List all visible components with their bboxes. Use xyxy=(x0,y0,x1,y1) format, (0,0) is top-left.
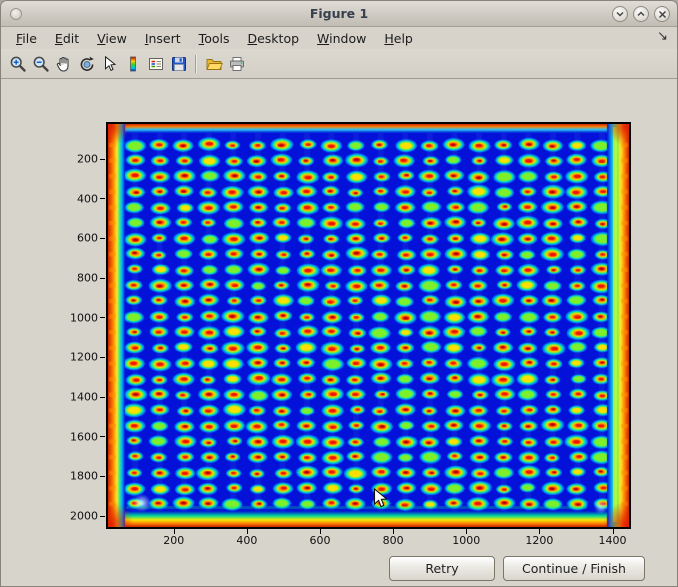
chevron-down-icon xyxy=(615,10,625,18)
menu-view[interactable]: View xyxy=(88,29,136,48)
x-tick-label: 1200 xyxy=(525,534,553,547)
y-tick-mark xyxy=(100,476,105,477)
data-cursor-icon xyxy=(101,55,119,73)
x-tick-label: 1400 xyxy=(599,534,627,547)
zoom-out-icon xyxy=(32,55,50,73)
menu-tools[interactable]: Tools xyxy=(190,29,239,48)
x-tick-label: 800 xyxy=(383,534,404,547)
y-tick-label: 1000 xyxy=(70,311,98,324)
y-tick-mark xyxy=(100,317,105,318)
save-figure-button[interactable] xyxy=(167,52,190,75)
insert-colorbar-button[interactable] xyxy=(121,52,144,75)
y-tick-mark xyxy=(100,238,105,239)
zoom-in-button[interactable] xyxy=(6,52,29,75)
y-tick-label: 1600 xyxy=(70,430,98,443)
y-tick-mark xyxy=(100,357,105,358)
print-figure-button[interactable] xyxy=(225,52,248,75)
menu-help[interactable]: Help xyxy=(375,29,422,48)
figure-window: Figure 1 File Edit View Insert Tools Des… xyxy=(0,0,678,587)
menu-desktop[interactable]: Desktop xyxy=(238,29,308,48)
y-tick-label: 2000 xyxy=(70,510,98,523)
y-tick-mark xyxy=(100,397,105,398)
window-menu-icon[interactable] xyxy=(10,8,22,20)
x-tick-label: 400 xyxy=(236,534,257,547)
rotate-3d-button[interactable] xyxy=(75,52,98,75)
y-tick-mark xyxy=(100,278,105,279)
menu-file[interactable]: File xyxy=(7,29,46,48)
retry-button[interactable]: Retry xyxy=(389,556,495,581)
maximize-button[interactable] xyxy=(633,6,649,22)
window-title: Figure 1 xyxy=(1,6,677,21)
zoom-out-button[interactable] xyxy=(29,52,52,75)
legend-icon xyxy=(147,55,165,73)
colorbar-icon xyxy=(124,55,142,73)
y-tick-label: 1800 xyxy=(70,470,98,483)
close-icon xyxy=(658,10,667,19)
open-file-button[interactable] xyxy=(202,52,225,75)
y-tick-label: 200 xyxy=(77,153,98,166)
pan-hand-icon xyxy=(55,55,73,73)
y-tick-mark xyxy=(100,516,105,517)
plot-axes[interactable]: 2004006008001000120014002004006008001000… xyxy=(106,122,631,529)
rotate-3d-icon xyxy=(78,55,96,73)
y-tick-mark xyxy=(100,159,105,160)
x-tick-label: 200 xyxy=(163,534,184,547)
menu-insert[interactable]: Insert xyxy=(136,29,190,48)
y-tick-mark xyxy=(100,198,105,199)
menubar: File Edit View Insert Tools Desktop Wind… xyxy=(1,28,677,49)
y-tick-label: 800 xyxy=(77,272,98,285)
zoom-in-icon xyxy=(9,55,27,73)
y-tick-label: 1200 xyxy=(70,351,98,364)
titlebar[interactable]: Figure 1 xyxy=(1,1,677,27)
menu-edit[interactable]: Edit xyxy=(46,29,88,48)
figure-toolbar xyxy=(1,49,677,79)
menu-window[interactable]: Window xyxy=(308,29,375,48)
dock-figure-icon[interactable]: ↘ xyxy=(657,30,668,43)
continue-finish-button[interactable]: Continue / Finish xyxy=(503,556,645,581)
toolbar-separator xyxy=(195,55,197,73)
y-tick-mark xyxy=(100,436,105,437)
heatmap-image[interactable] xyxy=(108,124,629,527)
save-icon xyxy=(170,55,188,73)
pan-button[interactable] xyxy=(52,52,75,75)
insert-legend-button[interactable] xyxy=(144,52,167,75)
y-tick-label: 600 xyxy=(77,232,98,245)
window-controls xyxy=(612,6,670,22)
x-tick-label: 600 xyxy=(310,534,331,547)
y-tick-label: 400 xyxy=(77,192,98,205)
close-button[interactable] xyxy=(654,6,670,22)
minimize-button[interactable] xyxy=(612,6,628,22)
open-folder-icon xyxy=(205,55,223,73)
chevron-up-icon xyxy=(636,10,646,18)
print-icon xyxy=(228,55,246,73)
data-cursor-button[interactable] xyxy=(98,52,121,75)
x-tick-label: 1000 xyxy=(452,534,480,547)
y-tick-label: 1400 xyxy=(70,391,98,404)
